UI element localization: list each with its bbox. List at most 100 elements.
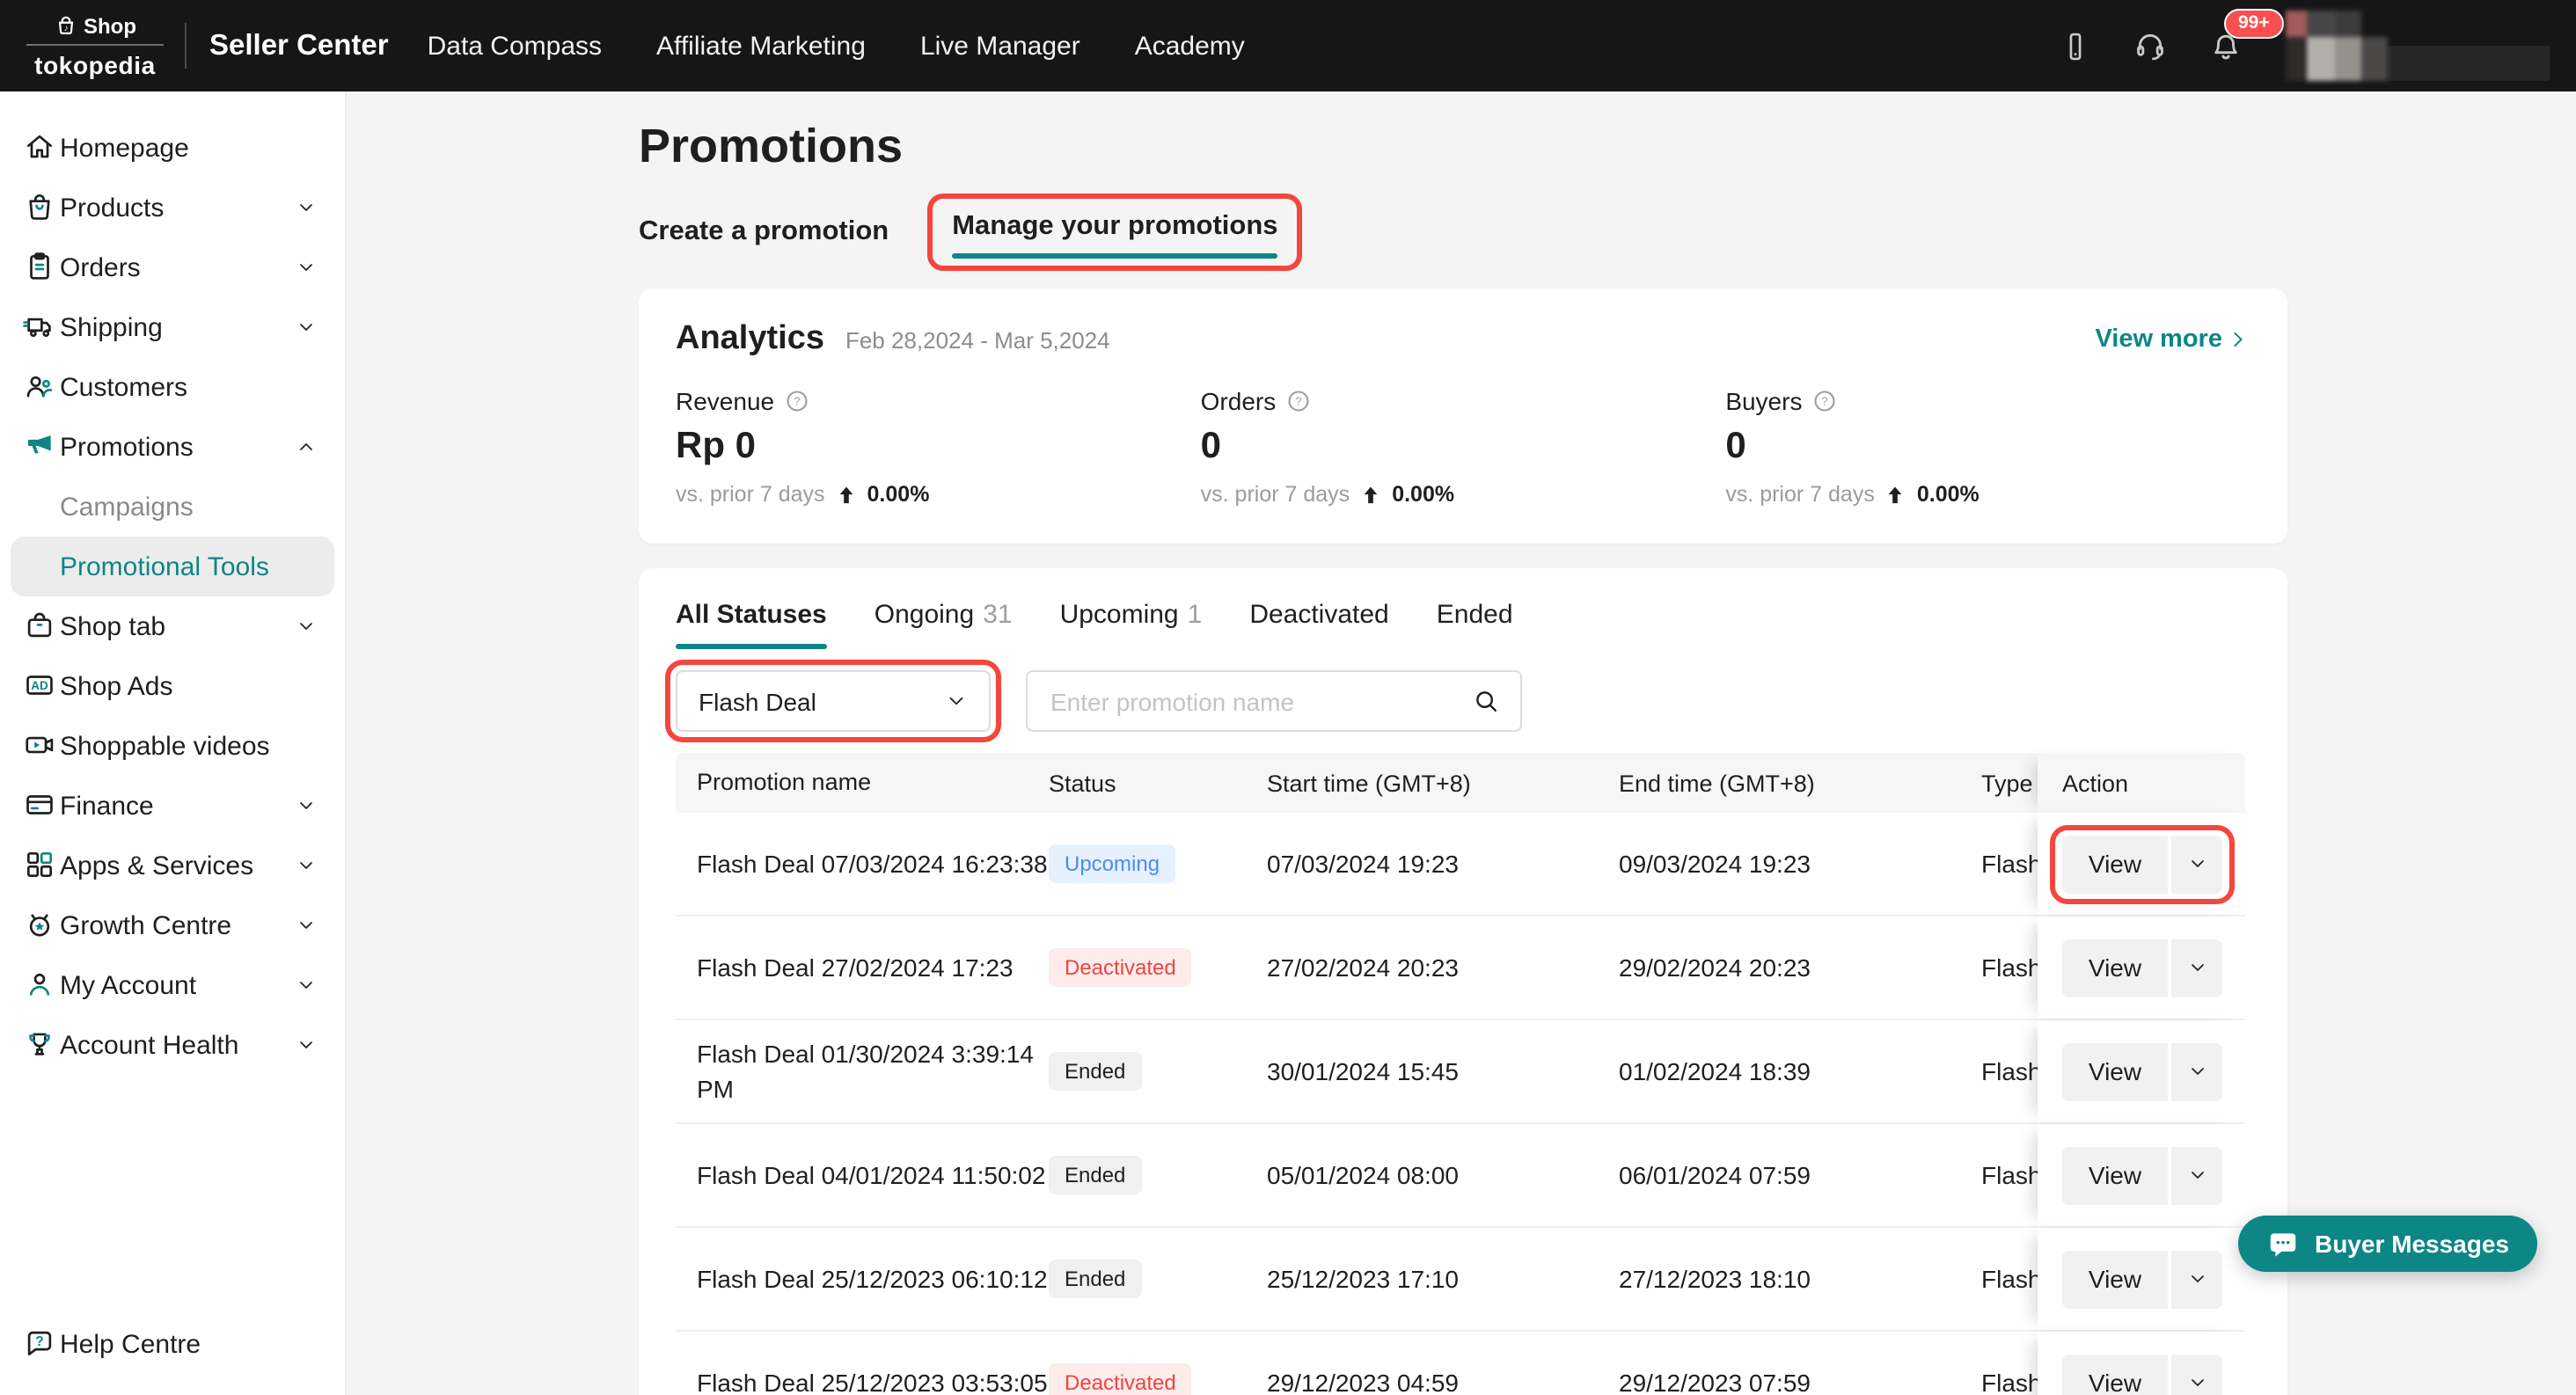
person-icon [23, 968, 56, 1001]
status-tab-upcoming[interactable]: Upcoming1 [1060, 600, 1203, 649]
chevron-down-icon [2186, 1372, 2207, 1393]
sidebar-item-my-account[interactable]: My Account [11, 955, 334, 1015]
chevron-down-icon [296, 616, 317, 637]
truck-icon [23, 310, 56, 343]
headset-icon[interactable] [2133, 28, 2168, 63]
nav-data-compass[interactable]: Data Compass [428, 31, 602, 61]
logo-tokopedia-text: tokopedia [34, 50, 156, 78]
table-row: Flash Deal 27/02/2024 17:23 Deactivated … [676, 917, 2245, 1020]
sidebar-item-shoppable-videos[interactable]: Shoppable videos [11, 716, 334, 776]
svg-text:♪: ♪ [63, 24, 68, 33]
card-icon [23, 788, 56, 822]
sidebar-item-apps-services[interactable]: Apps & Services [11, 836, 334, 895]
metric-buyers: Buyers ? 0 vs. prior 7 days 0.00% [1725, 387, 2250, 507]
status-badge: Upcoming [1049, 844, 1175, 883]
row-actions-caret-button[interactable] [2171, 1146, 2222, 1204]
promotion-search [1026, 670, 1522, 732]
chat-bubble-icon [2267, 1227, 2301, 1260]
shop-bag-icon [23, 609, 56, 642]
chevron-down-icon [2186, 957, 2207, 978]
nav-affiliate-marketing[interactable]: Affiliate Marketing [656, 31, 866, 61]
sidebar-item-promotions[interactable]: Promotions [11, 417, 334, 477]
chevron-right-icon [2226, 327, 2250, 352]
trophy-icon [23, 1027, 56, 1061]
video-icon [23, 728, 56, 762]
row-actions-caret-button[interactable] [2171, 1354, 2222, 1395]
status-tab-ongoing[interactable]: Ongoing31 [875, 600, 1013, 649]
sidebar-item-homepage[interactable]: Homepage [11, 118, 334, 178]
clipboard-icon [23, 250, 56, 283]
search-icon[interactable] [1471, 686, 1501, 716]
promotion-type-dropdown[interactable]: Flash Deal [676, 670, 991, 732]
shop-tokopedia-logo[interactable]: ♪ Shop tokopedia [21, 13, 169, 78]
view-button[interactable]: View [2062, 1250, 2168, 1308]
question-circle-icon[interactable]: ? [1286, 389, 1311, 413]
chevron-down-icon [296, 197, 317, 218]
sidebar: Homepage Products Orders Shipping Custom… [0, 91, 347, 1395]
action-cell: View [2038, 813, 2245, 915]
sidebar-item-customers[interactable]: Customers [11, 357, 334, 417]
status-tab-ended[interactable]: Ended [1437, 600, 1513, 649]
metric-orders: Orders ? 0 vs. prior 7 days 0.00% [1201, 387, 1726, 507]
question-circle-icon[interactable]: ? [1812, 389, 1837, 413]
ad-icon: AD [23, 668, 56, 702]
page-title: Promotions [639, 120, 2287, 174]
growth-icon [23, 908, 56, 941]
active-tab-underline [952, 253, 1277, 259]
tab-manage-promotions[interactable]: Manage your promotions [952, 211, 1277, 243]
row-actions-caret-button[interactable] [2171, 1042, 2222, 1100]
promotions-panel: All Statuses Ongoing31 Upcoming1 Deactiv… [639, 568, 2287, 1395]
mobile-icon[interactable] [2059, 29, 2092, 62]
svg-text:AD: AD [31, 679, 48, 692]
action-cell: View [2038, 1020, 2245, 1122]
view-more-link[interactable]: View more [2095, 325, 2250, 354]
svg-text:?: ? [794, 395, 801, 408]
buyer-messages-button[interactable]: Buyer Messages [2239, 1216, 2537, 1272]
tab-create-promotion[interactable]: Create a promotion [639, 216, 889, 248]
view-button[interactable]: View [2062, 1146, 2168, 1204]
sidebar-item-products[interactable]: Products [11, 178, 334, 237]
question-circle-icon[interactable]: ? [785, 389, 809, 413]
metric-orders-value: 0 [1201, 426, 1726, 468]
status-tab-all[interactable]: All Statuses [676, 600, 827, 649]
sidebar-item-campaigns[interactable]: Campaigns [11, 477, 334, 537]
avatar[interactable] [2286, 11, 2388, 81]
nav-live-manager[interactable]: Live Manager [920, 31, 1080, 61]
view-button[interactable]: View [2062, 835, 2168, 893]
sidebar-item-shipping[interactable]: Shipping [11, 297, 334, 357]
sidebar-item-orders[interactable]: Orders [11, 237, 334, 297]
sidebar-item-growth-centre[interactable]: Growth Centre [11, 895, 334, 955]
action-cell: View [2038, 917, 2245, 1019]
sidebar-item-promotional-tools[interactable]: Promotional Tools [11, 537, 334, 596]
status-tabs: All Statuses Ongoing31 Upcoming1 Deactiv… [676, 600, 2250, 649]
topbar-divider [185, 23, 187, 69]
shop-bag-logo-icon: ♪ [54, 14, 77, 37]
chevron-down-icon [296, 795, 317, 816]
people-icon [23, 369, 56, 403]
grid-icon [23, 848, 56, 881]
product-title: Seller Center [209, 29, 389, 62]
chevron-down-icon [2186, 1165, 2207, 1186]
row-actions-caret-button[interactable] [2171, 939, 2222, 997]
sidebar-item-shop-tab[interactable]: Shop tab [11, 596, 334, 656]
row-actions-caret-button[interactable] [2171, 835, 2222, 893]
sidebar-item-finance[interactable]: Finance [11, 776, 334, 836]
logo-shop-text: Shop [84, 13, 136, 38]
view-button[interactable]: View [2062, 939, 2168, 997]
table-row: Flash Deal 25/12/2023 03:53:05 Deactivat… [676, 1332, 2245, 1395]
main-content: Promotions Create a promotion Manage you… [345, 91, 2576, 1395]
sidebar-item-shop-ads[interactable]: AD Shop Ads [11, 656, 334, 716]
view-button[interactable]: View [2062, 1042, 2168, 1100]
search-input[interactable] [1047, 685, 1471, 717]
chevron-down-icon [2186, 853, 2207, 874]
sidebar-item-account-health[interactable]: Account Health [11, 1015, 334, 1075]
sidebar-item-help-centre[interactable]: ? Help Centre [11, 1314, 334, 1374]
action-cell: View [2038, 1124, 2245, 1226]
notifications[interactable]: 99+ [2208, 28, 2243, 63]
nav-academy[interactable]: Academy [1135, 31, 1245, 61]
view-button[interactable]: View [2062, 1354, 2168, 1395]
status-tab-deactivated[interactable]: Deactivated [1249, 600, 1388, 649]
chevron-down-icon [296, 915, 317, 936]
row-actions-caret-button[interactable] [2171, 1250, 2222, 1308]
page-tabs: Create a promotion Manage your promotion… [639, 197, 2287, 267]
